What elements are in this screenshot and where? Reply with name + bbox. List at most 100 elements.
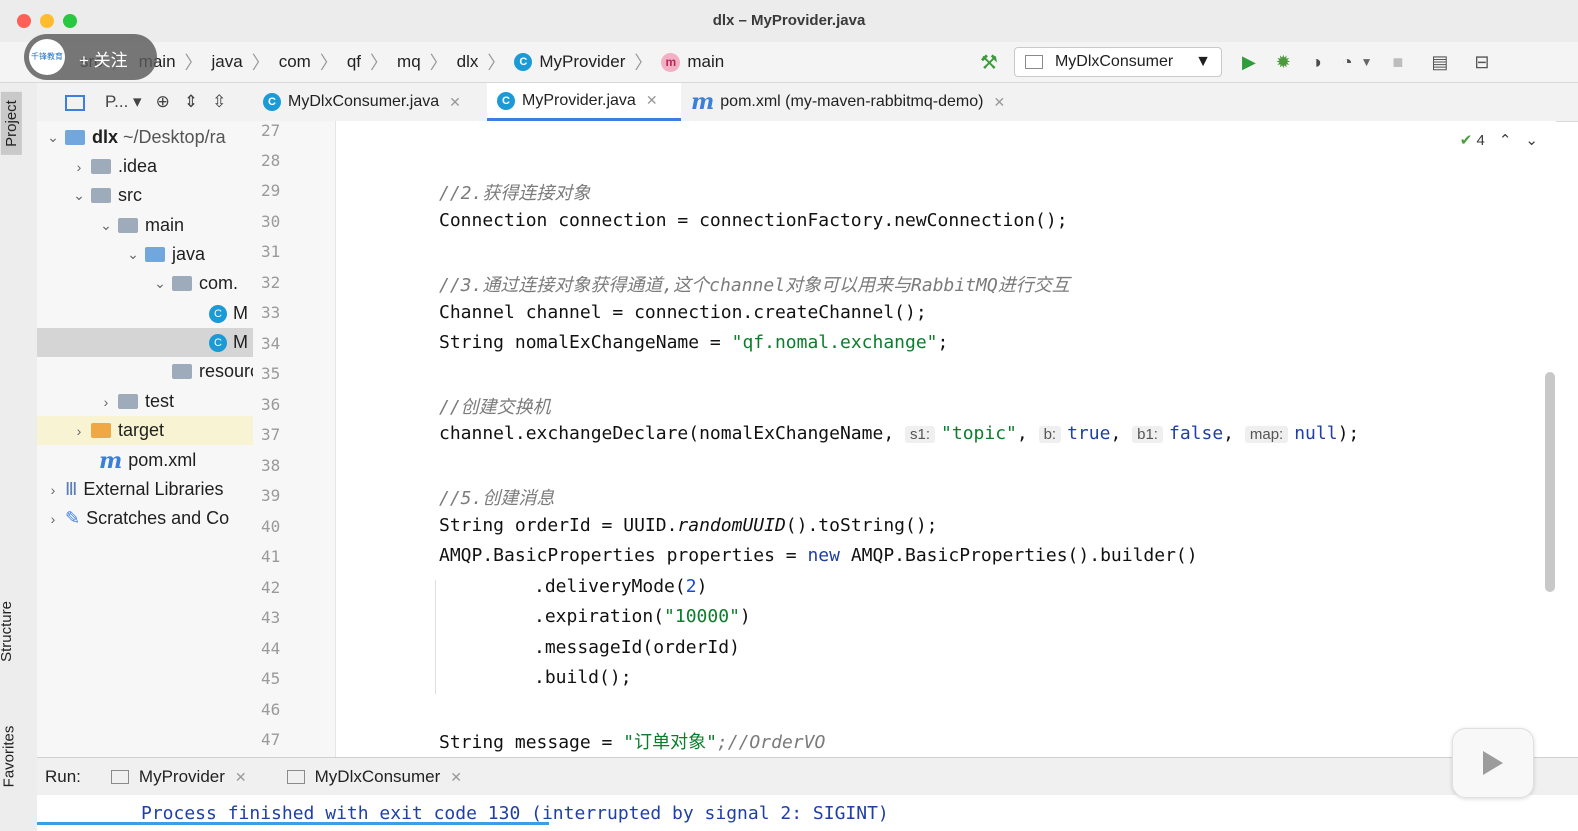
favorites-tool-tab[interactable]: Favorites [0,726,17,788]
resources-folder-icon [172,364,192,379]
follow-label: + 关注 [79,51,128,70]
code-line-32: //3.通过连接对象获得通道,这个channel对象可以用来与RabbitMQ进… [439,275,1070,296]
run-console[interactable]: Process finished with exit code 130 (int… [37,795,1578,831]
run-config-dropdown[interactable]: MyDlxConsumer ▼ [1013,47,1222,77]
project-tool-tab[interactable]: Project [0,92,22,155]
param-hint: b: [1038,426,1062,443]
tree-item-scratches[interactable]: › ✎ Scratches and Co [37,504,253,533]
tree-item-idea[interactable]: › .idea [37,152,253,181]
app-config-icon [1024,55,1043,69]
tree-item-src[interactable]: ⌄ src [37,181,253,210]
profile-icon[interactable]: ◔ [1342,52,1353,73]
line-number: 29 [261,181,281,200]
folder-icon [118,218,138,233]
app-config-icon [286,770,305,784]
package-icon [172,276,192,291]
line-number: 30 [261,212,281,231]
build-hammer-icon[interactable]: ⚒ [980,50,998,75]
breadcrumb-java[interactable]: java [212,52,243,72]
tab-mydlxconsumer[interactable]: C MyDlxConsumer.java ✕ [263,83,491,121]
run-icon[interactable]: ▶ [1242,52,1256,73]
tree-item-main[interactable]: ⌄ main [37,211,253,240]
code-line-29: //2.获得连接对象 [439,183,591,204]
breadcrumb-qf[interactable]: qf [347,52,361,72]
play-icon [1483,751,1503,775]
breadcrumb-myprovider[interactable]: C MyProvider [514,52,625,72]
breadcrumb-mq[interactable]: mq [397,52,421,72]
code-editor[interactable]: ✔ 4 ⌃ ⌄ //2.获得连接对象 Connection connection… [336,121,1556,757]
tree-item-class-2[interactable]: CM [37,328,253,357]
code-line-44: .messageId(orderId) [534,637,740,658]
tree-item-com[interactable]: ⌄ com. [37,269,253,298]
line-number: 41 [261,547,281,566]
tree-item-resources[interactable]: resourc [37,357,253,386]
code-line-36: //创建交换机 [439,397,551,418]
line-number: 39 [261,486,281,505]
line-number: 40 [261,517,281,536]
tree-item-pom[interactable]: m pom.xml [37,446,253,475]
editor-scrollbar[interactable] [1545,372,1555,592]
breadcrumb-dlx[interactable]: dlx [457,52,479,72]
tree-item-dlx[interactable]: ⌄ dlx ~/Desktop/ra [37,123,253,152]
close-tab-icon[interactable]: ✕ [450,769,462,786]
run-tab-myprovider[interactable]: MyProvider ✕ [110,767,247,787]
tree-item-target[interactable]: › target [37,416,253,445]
line-number: 46 [261,700,281,719]
previous-highlight-icon[interactable]: ⌃ [1499,131,1512,149]
code-line-34: String nomalExChangeName = "qf.nomal.exc… [439,332,949,353]
tree-item-external-libraries[interactable]: › Ⅲ External Libraries [37,475,253,504]
excluded-folder-icon [91,423,111,438]
project-view-selector[interactable]: P... ▾ [51,92,142,112]
class-icon: C [263,93,281,111]
code-line-30: Connection connection = connectionFactor… [439,210,1068,231]
expand-all-icon[interactable]: ⇕ [184,92,198,112]
breadcrumb-main-method[interactable]: m main [661,52,724,72]
close-tab-icon[interactable]: ✕ [235,769,247,786]
line-number: 33 [261,303,281,322]
tree-item-java[interactable]: ⌄ java [37,240,253,269]
folder-icon [91,159,111,174]
follow-overlay-button[interactable]: 千锋教育 + 关注 [24,34,157,80]
param-hint: map: [1244,426,1289,443]
layout-icon[interactable]: ⊟ [1474,52,1489,73]
code-line-41: AMQP.BasicProperties properties = new AM… [439,545,1198,566]
title-bar: dlx – MyProvider.java [0,0,1578,43]
close-tab-icon[interactable]: ✕ [449,94,461,111]
next-highlight-icon[interactable]: ⌄ [1525,131,1538,149]
param-hint: b1: [1132,426,1163,443]
project-pane-header: P... ▾ ⊕ ⇕ ⇳ [37,83,254,121]
line-number: 38 [261,456,281,475]
class-icon: C [209,333,227,352]
line-number: 43 [261,608,281,627]
line-number-gutter: 27 28 29 30 31 32 33 34 35 36 37 38 39 4… [253,121,336,757]
collapse-all-icon[interactable]: ⇳ [212,92,226,112]
code-line-40: String orderId = UUID.randomUUID().toStr… [439,515,938,536]
inspection-check-icon[interactable]: ✔ 4 [1460,131,1485,149]
stop-icon[interactable]: ■ [1393,52,1404,73]
project-structure-icon[interactable]: ▤ [1431,52,1448,73]
coverage-icon[interactable]: ◑ [1311,52,1322,73]
tab-pom-xml[interactable]: m pom.xml (my-maven-rabbitmq-demo) ✕ [691,83,1005,121]
run-tab-mydlxconsumer[interactable]: MyDlxConsumer ✕ [286,767,462,787]
tree-item-class-1[interactable]: CM [37,299,253,328]
maven-icon: m [99,447,123,474]
module-folder-icon [65,130,85,145]
close-tab-icon[interactable]: ✕ [993,94,1005,111]
tab-myprovider[interactable]: C MyProvider.java ✕ [487,83,681,121]
tv-play-button[interactable] [1452,728,1534,798]
more-run-chevron-icon[interactable]: ▼ [1361,55,1373,69]
line-number: 32 [261,273,281,292]
structure-tool-tab[interactable]: Structure [0,601,15,662]
breadcrumb-com[interactable]: com [279,52,311,72]
breadcrumb: src〉 main〉 java〉 com〉 qf〉 mq〉 dlx〉 CMyPr… [80,42,724,82]
console-output: Process finished with exit code 130 (int… [141,803,889,824]
run-label: Run: [45,767,81,786]
close-tab-icon[interactable]: ✕ [646,92,658,109]
debug-bug-icon[interactable]: ✹ [1276,52,1291,73]
tree-item-test[interactable]: › test [37,387,253,416]
locate-crosshair-icon[interactable]: ⊕ [156,92,170,112]
window-title: dlx – MyProvider.java [712,12,866,29]
folder-icon [118,394,138,409]
class-icon: C [209,304,227,323]
code-line-33: Channel channel = connection.createChann… [439,302,927,323]
